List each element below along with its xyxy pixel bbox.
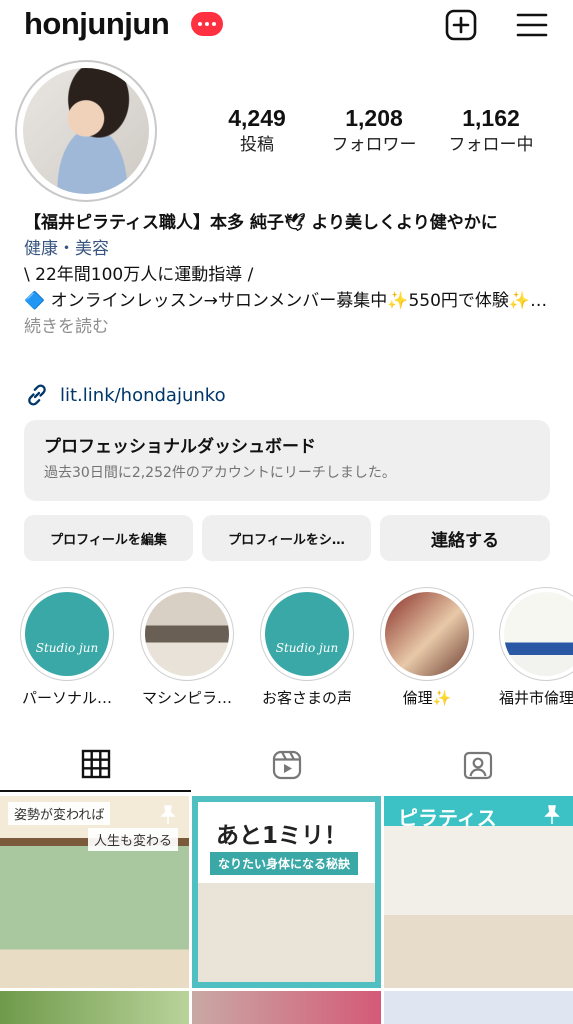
stat-followers[interactable]: 1,208 フォロワー [322, 104, 426, 156]
post-grid: 姿勢が変われば 人生も変わる あと1ミリ！ なりたい身体になる秘訣 ピラティス [0, 796, 573, 1024]
link-text: lit.link/hondajunko [60, 384, 226, 406]
post-caption: 人生も変わる [88, 828, 179, 851]
highlight-fukui-ethics[interactable]: 福井市倫理 [499, 587, 573, 708]
dashboard-subtitle: 過去30日間に2,252件のアカウントにリーチしました。 [44, 465, 396, 481]
profile-bio: 【福井ピラティス職人】本多 純子🕊 より美しくより健やかに 健康・美容 \ 22… [24, 210, 554, 340]
contact-button[interactable]: 連絡する [380, 515, 550, 561]
post-thumbnail[interactable] [384, 991, 573, 1024]
studio-logo-icon: Studio jun [265, 592, 349, 676]
stat-posts-value: 4,249 [228, 105, 286, 131]
username[interactable]: honjunjun [24, 6, 170, 42]
highlight-label: お客さまの声 [261, 689, 352, 707]
studio-logo-text: Studio jun [35, 641, 99, 655]
stat-following-value: 1,162 [462, 105, 520, 131]
bio-line-1: \ 22年間100万人に運動指導 / [24, 265, 254, 285]
highlight-label: パーソナル… [21, 689, 112, 707]
stat-following-label: フォロー中 [448, 135, 534, 155]
avatar-image [23, 68, 149, 194]
reels-icon [272, 750, 301, 780]
profile-link[interactable]: lit.link/hondajunko [24, 382, 226, 408]
post-thumbnail[interactable]: 姿勢が変われば 人生も変わる [0, 796, 189, 988]
stat-following[interactable]: 1,162 フォロー中 [438, 104, 544, 156]
tab-tagged[interactable] [382, 738, 573, 792]
highlight-customer-voice[interactable]: Studio jun お客さまの声 [259, 587, 355, 708]
post-thumbnail[interactable] [0, 991, 189, 1024]
category-label: 健康・美容 [24, 239, 109, 259]
highlight-ethics[interactable]: 倫理✨ [379, 587, 475, 708]
highlight-label: 倫理✨ [402, 689, 452, 707]
read-more-link[interactable]: 続きを読む [24, 317, 109, 337]
top-bar: honjunjun [0, 0, 573, 52]
profile-tabs [0, 738, 573, 794]
post-thumbnail[interactable]: ピラティス [384, 796, 573, 988]
bio-line-2: 🔷 オンラインレッスン→サロンメンバー募集中✨550円で体験✨… [24, 291, 548, 311]
pin-icon [352, 805, 368, 824]
highlight-personal[interactable]: Studio jun パーソナル… [19, 587, 115, 708]
create-post-icon[interactable] [444, 8, 478, 42]
highlight-image [504, 592, 573, 676]
tagged-icon [463, 751, 492, 780]
pin-icon [160, 805, 176, 824]
stat-posts[interactable]: 4,249 投稿 [217, 104, 297, 156]
post-thumbnail[interactable] [192, 991, 381, 1024]
studio-logo-text: Studio jun [275, 641, 339, 655]
profile-avatar[interactable] [15, 60, 157, 202]
edit-profile-button[interactable]: プロフィールを編集 [24, 515, 193, 561]
highlight-image [385, 592, 469, 676]
link-icon [28, 384, 46, 406]
post-title: あと1ミリ！ [216, 823, 348, 849]
highlight-label: マシンピラ… [141, 689, 232, 707]
highlight-image [145, 592, 229, 676]
pin-icon [544, 805, 560, 824]
studio-logo-icon: Studio jun [25, 592, 109, 676]
menu-icon[interactable] [515, 8, 549, 42]
tab-reels[interactable] [191, 738, 382, 792]
post-title: ピラティス [398, 806, 497, 830]
stat-posts-label: 投稿 [240, 135, 274, 155]
professional-dashboard[interactable]: プロフェッショナルダッシュボード 過去30日間に2,252件のアカウントにリーチ… [24, 420, 550, 501]
highlight-label: 福井市倫理 [499, 689, 573, 707]
post-subtitle: なりたい身体になる秘訣 [210, 852, 359, 875]
grid-icon [81, 749, 110, 779]
display-name: 【福井ピラティス職人】本多 純子🕊 より美しくより健やかに [24, 213, 498, 233]
share-profile-button[interactable]: プロフィールをシ… [202, 515, 371, 561]
post-thumbnail[interactable]: あと1ミリ！ なりたい身体になる秘訣 [192, 796, 381, 988]
post-caption: 姿勢が変われば [8, 802, 111, 825]
dashboard-title: プロフェッショナルダッシュボード [44, 437, 316, 457]
stat-followers-value: 1,208 [345, 105, 403, 131]
stat-followers-label: フォロワー [331, 135, 417, 155]
highlight-machine-pilates[interactable]: マシンピラ… [139, 587, 235, 708]
tab-posts-grid[interactable] [0, 738, 191, 792]
notification-badge[interactable] [191, 12, 223, 36]
